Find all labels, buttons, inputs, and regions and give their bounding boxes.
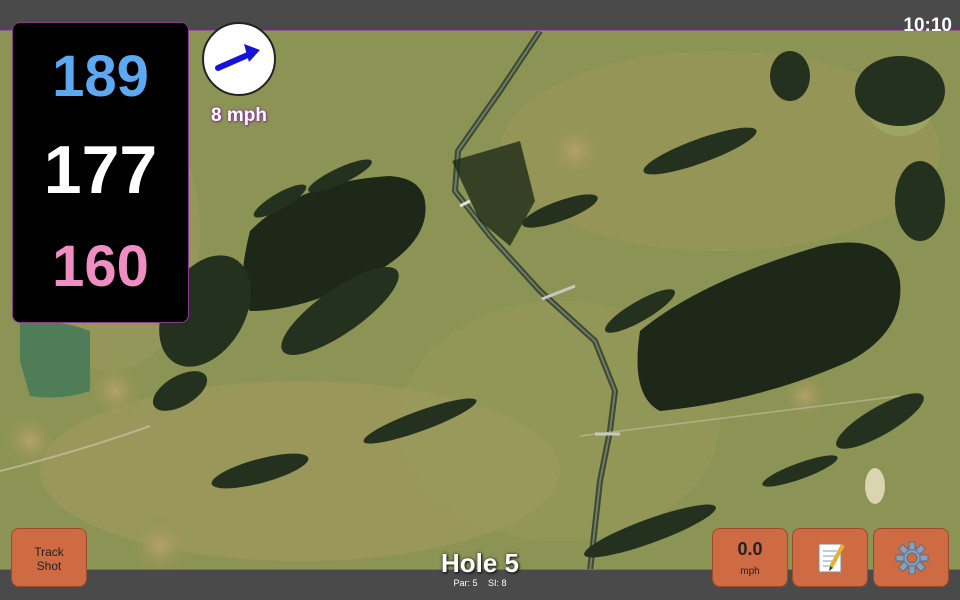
wind-button-unit: mph	[740, 566, 760, 577]
center-of-green-distance: 177	[43, 132, 158, 208]
wind-indicator	[202, 22, 276, 96]
wind-speed-label: 8 mph	[211, 105, 267, 126]
back-of-green-distance: 189	[52, 44, 149, 109]
yardage-panel: 189 177 160	[12, 22, 189, 323]
hole-stroke-index: SI: 8	[488, 578, 507, 588]
hole-par: Par: 5	[453, 578, 478, 588]
wind-speed-button[interactable]: 0.0 mph	[712, 528, 788, 587]
track-shot-button[interactable]: Track Shot	[11, 528, 87, 587]
notes-button[interactable]	[792, 528, 868, 587]
hole-meta: Par: 5 SI: 8	[400, 578, 560, 589]
settings-button[interactable]	[873, 528, 949, 587]
clock: 10:10	[903, 15, 952, 36]
front-of-green-distance: 160	[52, 234, 149, 299]
hole-info: Hole 5 Par: 5 SI: 8	[400, 548, 560, 589]
notepad-icon	[818, 543, 845, 573]
wind-button-value: 0.0	[737, 539, 763, 559]
gear-icon	[895, 541, 929, 575]
hole-title: Hole 5	[440, 548, 520, 578]
track-shot-label-line1: Track	[34, 545, 64, 559]
wind-direction-arrow-icon	[215, 44, 260, 71]
track-shot-label-line2: Shot	[36, 559, 62, 573]
